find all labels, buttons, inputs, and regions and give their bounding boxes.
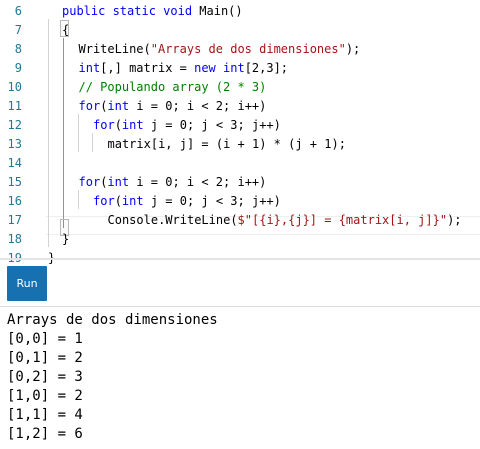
code-token: WriteLine(	[78, 42, 151, 56]
line-number: 10	[7, 80, 22, 94]
code-token: matrix[i, j] = (i + 1) * (j + 1);	[107, 137, 346, 151]
output-line: [1,2] = 6	[7, 426, 83, 442]
code-token: [,] matrix =	[100, 61, 195, 75]
code-line[interactable]: 14	[0, 154, 480, 173]
code-line[interactable]: 6 public static void Main()	[0, 2, 480, 21]
code-token: i = 0; i < 2; i++)	[129, 99, 267, 113]
code-editor[interactable]: 6 public static void Main() 7{8 WriteLine("…	[0, 0, 480, 265]
output-line: [0,1] = 2	[7, 350, 83, 366]
code-token: "Arrays de dos dimensiones"	[150, 42, 346, 56]
code-line[interactable]: 18}	[0, 230, 480, 249]
code-line[interactable]: 13 matrix[i, j] = (i + 1) * (j + 1);	[0, 135, 480, 154]
output-line: [1,0] = 2	[7, 388, 83, 404]
output-line: [1,1] = 4	[7, 407, 83, 423]
code-token: // Populando array (2 * 3)	[78, 80, 267, 94]
code-line[interactable]: 15 for(int i = 0; i < 2; i++)	[0, 173, 480, 192]
code-line[interactable]: 16 for(int j = 0; j < 3; j++)	[0, 192, 480, 211]
code-line[interactable]: 10 // Populando array (2 * 3)	[0, 78, 480, 97]
code-token: for	[78, 175, 101, 189]
code-text: for(int j = 0; j < 3; j++)	[93, 116, 281, 135]
code-text: Console.WriteLine($"[{i},{j}] = {matrix[…	[108, 211, 462, 230]
code-token: );	[447, 213, 462, 227]
code-token: (	[114, 118, 122, 132]
code-token: i = 0; i < 2; i++)	[129, 175, 267, 189]
code-token: int	[107, 99, 130, 113]
output-line: Arrays de dos dimensiones	[7, 312, 218, 328]
code-text: int[,] matrix = new int[2,3];	[79, 59, 289, 78]
code-text: for(int i = 0; i < 2; i++)	[79, 97, 267, 116]
output-line: [0,0] = 1	[7, 331, 83, 347]
code-text: for(int i = 0; i < 2; i++)	[79, 173, 267, 192]
editor-border	[0, 258, 480, 260]
line-number: 8	[14, 42, 22, 56]
code-token: int	[78, 61, 101, 75]
line-number: 16	[7, 194, 22, 208]
line-number: 18	[7, 232, 22, 246]
line-number: 9	[14, 61, 22, 75]
output-divider	[0, 306, 480, 307]
code-line[interactable]: 8 WriteLine("Arrays de dos dimensiones");	[0, 40, 480, 59]
code-line[interactable]: 12 for(int j = 0; j < 3; j++)	[0, 116, 480, 135]
code-text: matrix[i, j] = (i + 1) * (j + 1);	[108, 135, 346, 154]
output-panel: Arrays de dos dimensiones [0,0] = 1 [0,1] …	[7, 311, 218, 444]
code-token: j = 0; j < 3; j++)	[143, 118, 281, 132]
code-line[interactable]: 7{	[0, 21, 480, 40]
line-number: 11	[7, 99, 22, 113]
code-token: public static void	[62, 4, 193, 18]
code-token: }	[62, 232, 70, 246]
run-button[interactable]: Run	[7, 266, 47, 301]
code-token: Console.WriteLine(	[107, 213, 238, 227]
code-text: {	[62, 21, 69, 40]
code-token: j = 0; j < 3; j++)	[143, 194, 281, 208]
line-number: 14	[7, 156, 22, 170]
code-token: int	[107, 175, 130, 189]
code-token: for	[93, 118, 115, 132]
line-number: 15	[7, 175, 22, 189]
code-token: Main()	[192, 4, 243, 18]
code-token: {	[62, 23, 70, 37]
code-line[interactable]: 9 int[,] matrix = new int[2,3];	[0, 59, 480, 78]
code-token: int	[121, 118, 144, 132]
code-line[interactable]: 17 Console.WriteLine($"[{i},{j}] = {matri…	[0, 211, 480, 230]
code-token: for	[78, 99, 101, 113]
line-number: 6	[14, 4, 22, 18]
code-line[interactable]: 11 for(int i = 0; i < 2; i++)	[0, 97, 480, 116]
code-token: for	[93, 194, 115, 208]
code-token: (	[114, 194, 122, 208]
code-text: for(int j = 0; j < 3; j++)	[93, 192, 281, 211]
code-text: public static void Main()	[62, 2, 243, 21]
line-number: 7	[14, 23, 22, 37]
code-text: // Populando array (2 * 3)	[79, 78, 267, 97]
code-token: int	[121, 194, 144, 208]
code-token: [2,3];	[244, 61, 289, 75]
code-text: }	[62, 230, 69, 249]
code-token: );	[345, 42, 361, 56]
line-number: 13	[7, 137, 22, 151]
output-line: [0,2] = 3	[7, 369, 83, 385]
code-token: new int	[194, 61, 245, 75]
line-number: 17	[7, 213, 22, 227]
code-text: WriteLine("Arrays de dos dimensiones");	[79, 40, 361, 59]
line-number: 12	[7, 118, 22, 132]
code-token: $"[{i},{j}] = {matrix[i, j]}"	[237, 213, 448, 227]
